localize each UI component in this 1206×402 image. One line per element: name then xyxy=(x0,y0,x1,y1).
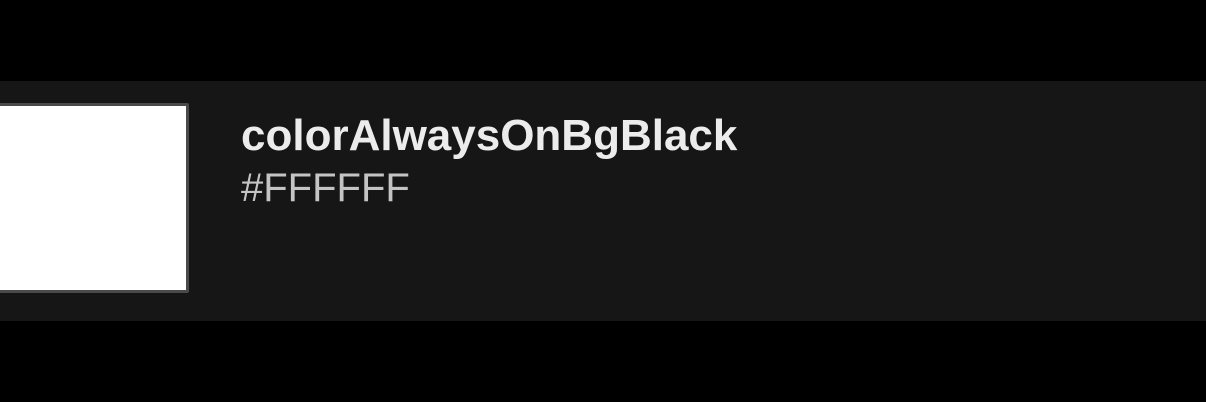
color-token-hex-value: #FFFFFF xyxy=(241,166,410,210)
color-token-row: colorAlwaysOnBgBlack #FFFFFF xyxy=(0,81,1206,321)
color-swatch xyxy=(0,103,189,293)
color-token-name: colorAlwaysOnBgBlack xyxy=(241,111,738,160)
screen: colorAlwaysOnBgBlack #FFFFFF xyxy=(0,0,1206,402)
